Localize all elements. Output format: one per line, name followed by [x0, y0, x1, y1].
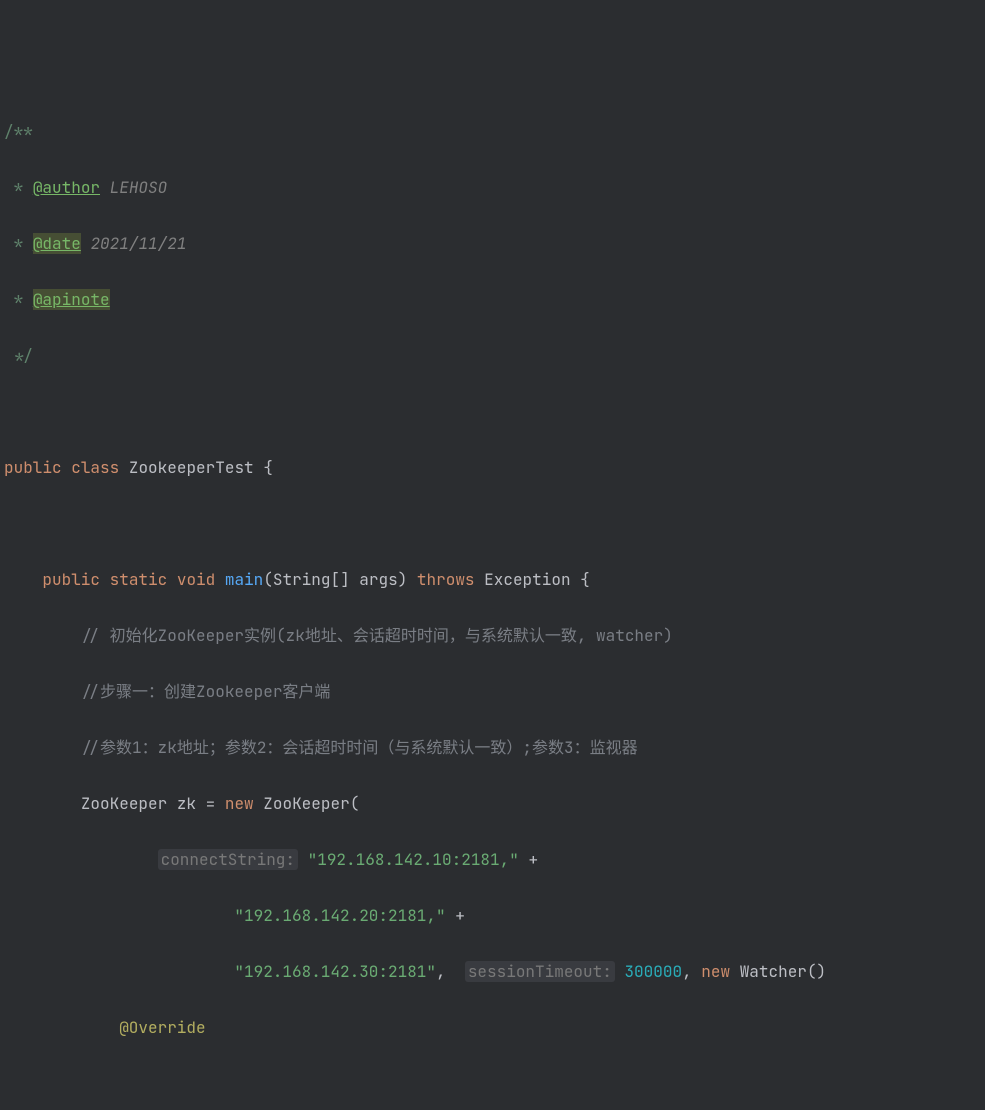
watcher-type: Watcher [740, 961, 807, 982]
keyword-public: public [42, 569, 100, 590]
comma: , [436, 961, 446, 982]
keyword-class: class [71, 457, 119, 478]
plus: + [528, 849, 538, 870]
string-literal: "192.168.142.10:2181," [308, 849, 519, 870]
arg-line-1[interactable]: connectString: "192.168.142.10:2181," + [0, 846, 985, 874]
zk-decl-line[interactable]: ZooKeeper zk = new ZooKeeper( [0, 790, 985, 818]
comment-text: /** [4, 121, 33, 142]
doc-author-line[interactable]: * @author LEHOSO [0, 174, 985, 202]
space [23, 177, 33, 198]
paren: () [807, 961, 826, 982]
line-comment: // 初始化ZooKeeper实例(zk地址、会话超时时间，与系统默认一致, w… [81, 625, 673, 646]
string-literal: "192.168.142.20:2181," [234, 905, 445, 926]
author-value: LEHOSO [100, 177, 167, 198]
keyword-throws: throws [417, 569, 475, 590]
javadoc-author-tag: @author [33, 177, 100, 198]
keyword-new: new [701, 961, 730, 982]
blank-line[interactable] [0, 510, 985, 538]
comment-star: * [4, 289, 23, 310]
doc-start[interactable]: /** [0, 118, 985, 146]
annotation-override: @Override [119, 1017, 205, 1038]
date-value: 2021/11/21 [81, 233, 187, 254]
param-hint-sessiontimeout: sessionTimeout: [465, 961, 615, 982]
comment-text: */ [4, 345, 33, 366]
plus: + [455, 905, 465, 926]
comment-line-3[interactable]: //参数1：zk地址；参数2：会话超时时间（与系统默认一致）;参数3：监视器 [0, 734, 985, 762]
keyword-new: new [225, 793, 254, 814]
comma: , [682, 961, 692, 982]
ctor-name: ZooKeeper [263, 793, 349, 814]
brace: { [263, 457, 273, 478]
javadoc-apinote-tag: @apinote [33, 289, 110, 310]
javadoc-date-tag: @date [33, 233, 81, 254]
paren: ) [398, 569, 408, 590]
paren: ( [350, 793, 360, 814]
keyword-public: public [4, 457, 62, 478]
arg-line-2[interactable]: "192.168.142.20:2181," + [0, 902, 985, 930]
comment-line-2[interactable]: //步骤一：创建Zookeeper客户端 [0, 678, 985, 706]
keyword-static: static [110, 569, 168, 590]
keyword-void: void [177, 569, 215, 590]
doc-end[interactable]: */ [0, 342, 985, 370]
param-hint-connectstring: connectString: [158, 849, 298, 870]
method-name: main [225, 569, 263, 590]
doc-date-line[interactable]: * @date 2021/11/21 [0, 230, 985, 258]
comment-star: * [4, 233, 23, 254]
comment-line-1[interactable]: // 初始化ZooKeeper实例(zk地址、会话超时时间，与系统默认一致, w… [0, 622, 985, 650]
class-name: ZookeeperTest [129, 457, 254, 478]
doc-apinote-line[interactable]: * @apinote [0, 286, 985, 314]
equals: = [206, 793, 216, 814]
main-method-line[interactable]: public static void main(String[] args) t… [0, 566, 985, 594]
var-name: zk [177, 793, 196, 814]
brace: { [580, 569, 590, 590]
arg-line-3[interactable]: "192.168.142.30:2181", sessionTimeout: 3… [0, 958, 985, 986]
space [23, 233, 33, 254]
blank-line[interactable] [0, 398, 985, 426]
comment-star: * [4, 177, 23, 198]
number-literal: 300000 [624, 961, 682, 982]
line-comment: //参数1：zk地址；参数2：会话超时时间（与系统默认一致）;参数3：监视器 [81, 737, 638, 758]
line-comment: //步骤一：创建Zookeeper客户端 [81, 681, 331, 702]
override-line[interactable]: @Override [0, 1014, 985, 1042]
var-type: ZooKeeper [81, 793, 167, 814]
paren: ( [263, 569, 273, 590]
param-name: args [359, 569, 397, 590]
exception-type: Exception [484, 569, 570, 590]
string-literal: "192.168.142.30:2181" [234, 961, 436, 982]
class-decl-line[interactable]: public class ZookeeperTest { [0, 454, 985, 482]
space [23, 289, 33, 310]
param-type: String[] [273, 569, 350, 590]
